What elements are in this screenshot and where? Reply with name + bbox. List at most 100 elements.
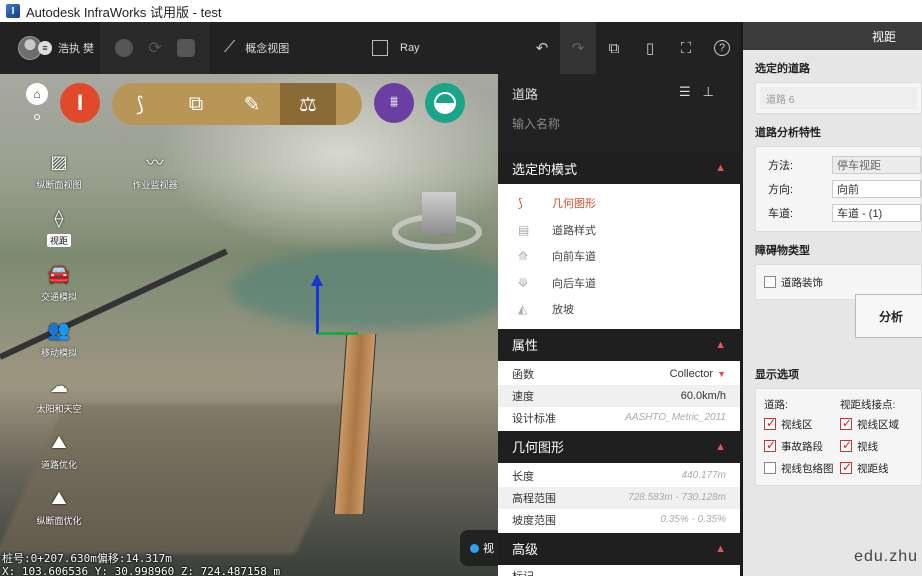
mode-grading[interactable]: ◭ 放坡: [498, 296, 740, 323]
book-button[interactable]: ▯: [632, 22, 668, 74]
sight-distance-icon: ⟠: [54, 207, 64, 228]
collapse-icon[interactable]: ▲: [715, 543, 726, 555]
lane-dropdown[interactable]: 车道 - (1): [832, 204, 921, 222]
dropdown-caret-icon[interactable]: ▼: [717, 369, 726, 379]
sketch-button[interactable]: ✎: [224, 83, 280, 125]
geom-grade-range: 坡度范围 0.35% - 0.35%: [512, 514, 726, 527]
prop-function[interactable]: 函数 Collector ▼: [498, 363, 740, 385]
road-options-col: 道路: 视线区 事故路段 视线包络图: [764, 395, 840, 479]
tool-profile-optimization[interactable]: ⛰ 纵断面优化: [24, 486, 94, 527]
copy-view-button[interactable]: ⧉: [596, 22, 632, 74]
method-dropdown[interactable]: 停车视距: [832, 156, 921, 174]
prop-design-standard[interactable]: 设计标准 AASHTO_Metric_2011: [498, 407, 740, 429]
collapse-icon[interactable]: ▲: [715, 339, 726, 351]
help-button[interactable]: ?: [704, 22, 740, 74]
geometry-icon: ⟆: [518, 196, 523, 211]
check-accident-segment[interactable]: 事故路段: [764, 435, 840, 457]
grading-icon: ◭: [518, 302, 528, 317]
menu-icon[interactable]: ≡: [38, 41, 52, 55]
car-icon: 🚘: [47, 263, 71, 284]
drainage-button[interactable]: [425, 83, 465, 123]
mode-geometry[interactable]: ⟆ 几何图形: [498, 190, 740, 217]
adv-tag[interactable]: 标记: [498, 564, 740, 576]
collapse-icon[interactable]: ▲: [715, 162, 726, 174]
check-sightline[interactable]: 视线: [840, 435, 916, 457]
list-menu-icon[interactable]: ☰: [679, 84, 703, 99]
analysis-props-box: 方法: 停车视距 方向: 向前 车道: 车道 - (1): [755, 146, 922, 232]
checkbox-checked-icon[interactable]: [840, 460, 852, 474]
app-logo-icon: I: [6, 4, 20, 18]
gizmo-axis-x[interactable]: [318, 332, 358, 335]
mode-backward-lanes[interactable]: ⟱ 向后车道: [498, 270, 740, 297]
sphere-icon: [114, 39, 133, 57]
concept-view-label: 概念视图: [245, 43, 290, 55]
fullscreen-button[interactable]: ⛶: [668, 22, 704, 74]
undo-button[interactable]: ↶: [524, 22, 560, 74]
analysis-button[interactable]: ⚖: [280, 83, 336, 125]
pin-icon[interactable]: ⊥: [703, 84, 726, 99]
redo-button[interactable]: ↷: [560, 22, 596, 74]
page-dot[interactable]: [34, 114, 40, 120]
check-sight-distance-line[interactable]: 视距线: [840, 457, 916, 479]
tool-sight-distance[interactable]: ⟠ 视距: [24, 206, 94, 247]
analyze-button[interactable]: 分析: [855, 294, 922, 338]
checkbox-icon[interactable]: [764, 462, 776, 474]
checkbox-checked-icon[interactable]: [764, 416, 776, 430]
mode-road-style[interactable]: ▤ 道路样式: [498, 217, 740, 244]
redo-icon: ↷: [571, 40, 585, 57]
display-options-label: 显示选项: [755, 369, 799, 381]
tool-mobility-sim[interactable]: 👥 移动模拟: [24, 318, 94, 359]
properties-list: 函数 Collector ▼ 速度 60.0km/h 设计标准 AASHTO_Metri…: [498, 361, 740, 431]
title-bar: I Autodesk InfraWorks 试用版 - test: [0, 0, 922, 22]
sight-distance-panel: 视距 选定的道路 道路 6 道路分析特性 方法: 停车视距 方向: 向前 车道: 车道…: [740, 22, 922, 576]
name-input[interactable]: 输入名称: [512, 115, 726, 132]
selected-road-field[interactable]: 道路 6: [760, 87, 917, 109]
build-manage-button[interactable]: I: [60, 83, 100, 123]
mode-section-header[interactable]: 选定的模式 ▲: [498, 152, 740, 184]
tool-sun-sky[interactable]: ☁ 太阳和天空: [24, 374, 94, 415]
geometry-section-header[interactable]: 几何图形 ▲: [498, 430, 740, 463]
check-sight-zone[interactable]: 视线区: [764, 413, 840, 435]
gizmo-axis-z[interactable]: [311, 274, 323, 334]
checkbox-checked-icon[interactable]: [840, 438, 852, 452]
checkbox-checked-icon[interactable]: [764, 438, 776, 452]
mode-forward-lanes[interactable]: ⟰ 向前车道: [498, 243, 740, 270]
view-cube[interactable]: [422, 192, 456, 234]
pencil-icon: ✎: [243, 93, 261, 116]
window-title: Autodesk InfraWorks 试用版 - test: [26, 4, 222, 20]
tool-traffic-sim[interactable]: 🚘 交通模拟: [24, 262, 94, 303]
geometry-list: 长度 440.177m 高程范围 728.583m - 730.128m 坡度范围 0…: [498, 463, 740, 533]
checkbox-icon[interactable]: [764, 276, 776, 288]
prop-speed[interactable]: 速度 60.0km/h: [498, 384, 740, 407]
tool-road-optimization[interactable]: ⛰ 道路优化: [24, 430, 94, 471]
checkbox-checked-icon[interactable]: [840, 416, 852, 430]
ray-button[interactable]: Ray: [360, 22, 495, 74]
advanced-section-header[interactable]: 高级 ▲: [498, 532, 740, 565]
selected-road-model[interactable]: [333, 334, 377, 514]
collapse-icon[interactable]: ▲: [715, 441, 726, 453]
water-area: [230, 249, 498, 329]
book-icon: ▯: [645, 40, 655, 57]
tool-profile-view[interactable]: ▨ 纵断面视图: [24, 150, 94, 191]
layers-icon: ⧉: [188, 92, 204, 115]
bridge-button[interactable]: ⩩: [374, 83, 414, 123]
obstacle-road-decoration-checkbox[interactable]: 道路装饰: [764, 271, 921, 293]
concept-view-button[interactable]: ⟋ 概念视图: [210, 22, 360, 74]
home-button[interactable]: ⌂: [26, 83, 48, 105]
properties-section-header[interactable]: 属性 ▲: [498, 328, 740, 361]
main-toolbar: ≡ 浩执 樊 ⟳ ⟋ 概念视图 Ray ↶ ↷ ⧉ ▯ ⛶ ?: [0, 22, 740, 74]
check-sight-envelope[interactable]: 视线包络图: [764, 457, 840, 479]
selected-road-label: 选定的道路: [755, 63, 810, 75]
user-menu[interactable]: ≡ 浩执 樊: [0, 22, 100, 74]
overlay-button[interactable]: ⧉: [168, 83, 224, 125]
road-design-button[interactable]: ⟆: [112, 83, 168, 125]
tool-job-monitor[interactable]: 〰 作业监视器: [120, 150, 190, 191]
disabled-tools: ⟳: [100, 22, 210, 74]
terrain-area: [0, 404, 365, 554]
person-icon: [177, 39, 196, 57]
sight-distance-chip[interactable]: 视: [460, 530, 500, 566]
direction-dropdown[interactable]: 向前: [832, 180, 921, 198]
forward-lane-icon: ⟰: [518, 249, 529, 264]
road-icon: ⟆: [136, 93, 144, 116]
check-sight-area[interactable]: 视线区域: [840, 413, 916, 435]
